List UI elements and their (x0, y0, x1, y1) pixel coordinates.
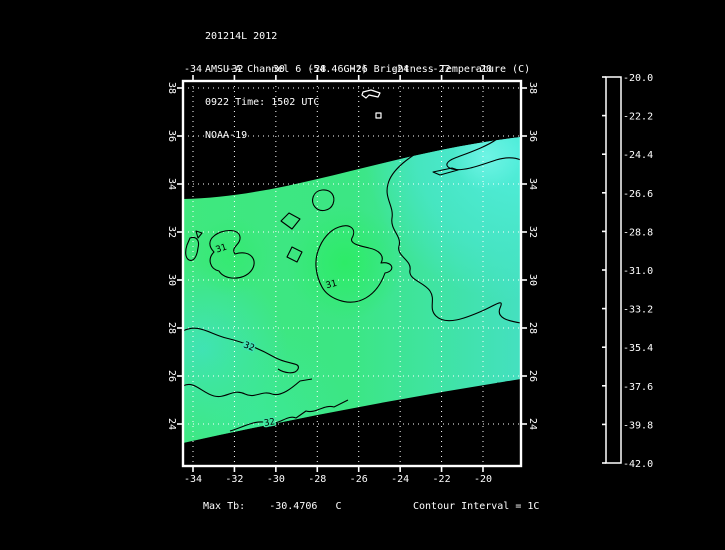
x-tick-label-bottom: -28 (308, 474, 326, 485)
colorbar-tick-label: -28.8 (623, 227, 653, 238)
colorbar-tick-label: -31.0 (623, 266, 653, 277)
y-tick-label-left: 28 (166, 322, 177, 334)
y-tick-label-left: 30 (166, 274, 177, 286)
colorbar-tick-label: -37.6 (623, 382, 653, 393)
colorbar-gradient-bar (605, 76, 622, 464)
title-line-date: 201214L 2012 (205, 31, 278, 42)
colorbar-tick-label: -33.2 (623, 305, 653, 316)
x-tick-label-bottom: -24 (391, 474, 409, 485)
colorbar-tick-label: -42.0 (623, 459, 653, 470)
y-tick-label-right: 26 (527, 370, 538, 382)
contour-line (488, 382, 502, 390)
y-tick-label-left: 36 (166, 130, 177, 142)
y-tick-label-left: 24 (166, 418, 177, 430)
colorbar-tick-label: -39.8 (623, 420, 653, 431)
y-tick-label-left: 38 (166, 82, 177, 94)
title-block: 201214L 2012 AMSU-A Channel 6 (54.46GHz)… (205, 9, 530, 163)
y-tick-label-right: 24 (527, 418, 538, 430)
y-tick-label-right: 34 (527, 178, 538, 190)
colorbar-tick-label: -26.6 (623, 189, 653, 200)
y-tick-label-left: 32 (166, 226, 177, 238)
title-line-satellite: NOAA-19 (205, 130, 248, 141)
x-tick-label-top: -34 (184, 64, 202, 75)
x-tick-label-bottom: -34 (184, 474, 202, 485)
x-tick-label-bottom: -20 (474, 474, 492, 485)
colorbar-tick-label: -24.4 (623, 150, 653, 161)
colorbar-tick-label: -22.2 (623, 112, 653, 123)
colorbar-tick-label: -35.4 (623, 343, 653, 354)
title-line-time: 0922 Time: 1502 UTC (205, 97, 320, 108)
y-tick-label-right: 32 (527, 226, 538, 238)
colorbar: -20.0 -22.2 -24.4 -26.6 -28.8 -31.0 -33.2 -35.4… (602, 73, 653, 470)
swath-fill-layer (183, 137, 521, 443)
y-tick-label-left: 26 (166, 370, 177, 382)
satellite-swath (183, 137, 521, 443)
y-tick-label-right: 28 (527, 322, 538, 334)
contour-label: 32 (263, 417, 275, 429)
x-tick-label-bottom: -30 (267, 474, 285, 485)
title-line-channel: AMSU-A Channel 6 (54.46GHz) Brightness T… (205, 64, 531, 75)
y-tick-label-right: 30 (527, 274, 538, 286)
x-tick-label-bottom: -32 (225, 474, 243, 485)
x-tick-label-bottom: -22 (433, 474, 451, 485)
max-tb-readout: Max Tb: -30.4706 C (203, 501, 342, 512)
colorbar-tick-label: -20.0 (623, 73, 653, 84)
screen: 31 31 32 32 -34 -34 -32 -32 -30 -30 -28 -28 -26 -26-… (0, 0, 725, 550)
contour-interval-readout: Contour Interval = 1C (413, 501, 540, 512)
y-tick-label-left: 34 (166, 178, 177, 190)
x-tick-label-bottom: -26 (350, 474, 368, 485)
